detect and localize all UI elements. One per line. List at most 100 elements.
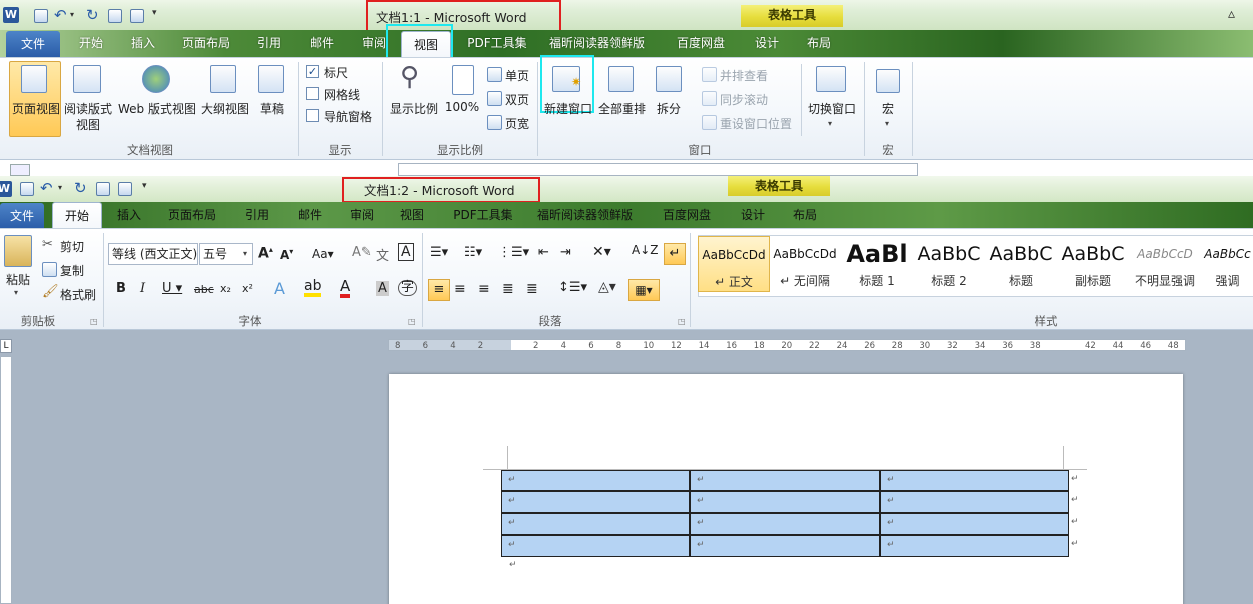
subscript-icon[interactable]: x₂ bbox=[220, 282, 231, 295]
tab-insert[interactable]: 插入 bbox=[122, 30, 164, 56]
horizontal-ruler-1[interactable] bbox=[398, 163, 918, 176]
table-cell[interactable]: ↵ bbox=[690, 470, 880, 491]
tab-page-layout[interactable]: 页面布局 bbox=[174, 30, 238, 56]
switch-window-dropdown-icon[interactable]: ▾ bbox=[828, 119, 832, 128]
print-preview-icon[interactable] bbox=[108, 9, 122, 23]
macros-dropdown-icon[interactable]: ▾ bbox=[885, 119, 889, 128]
style-title[interactable]: AaBbC 标题 bbox=[986, 236, 1056, 292]
web-layout-icon[interactable] bbox=[142, 65, 170, 93]
borders-button[interactable]: ▦▾ bbox=[628, 279, 660, 301]
show-marks-button[interactable]: ↵ bbox=[664, 243, 686, 265]
redo-icon[interactable]: ↻ bbox=[86, 6, 99, 24]
tab-references[interactable]: 引用 bbox=[248, 30, 290, 56]
tab-baidu[interactable]: 百度网盘 bbox=[668, 30, 734, 56]
distributed-icon[interactable]: ≣ bbox=[526, 281, 538, 297]
zoom-100-icon[interactable] bbox=[452, 65, 474, 95]
web-layout-label[interactable]: Web 版式视图 bbox=[116, 100, 198, 117]
superscript-icon[interactable]: x² bbox=[242, 282, 253, 295]
two-pages-icon[interactable] bbox=[487, 91, 502, 106]
font-launcher-icon[interactable]: ◳ bbox=[408, 317, 416, 326]
clear-format-icon[interactable]: A✎ bbox=[352, 245, 372, 260]
table-icon[interactable] bbox=[130, 9, 144, 23]
zoom-magnifier-icon[interactable]: ⚲ bbox=[400, 62, 419, 92]
reset-window-icon[interactable] bbox=[702, 115, 717, 130]
table-cell[interactable]: ↵ bbox=[880, 513, 1069, 535]
enclose-char-icon[interactable]: 字 bbox=[398, 280, 418, 296]
sync-scroll-icon[interactable] bbox=[702, 91, 717, 106]
shading-icon[interactable]: ◬▾ bbox=[598, 279, 616, 295]
page-width-label[interactable]: 页宽 bbox=[505, 115, 529, 132]
shrink-font-icon[interactable]: A▾ bbox=[280, 247, 293, 262]
tab-review[interactable]: 审阅 bbox=[342, 202, 382, 228]
redo-icon[interactable]: ↻ bbox=[74, 179, 87, 197]
vertical-ruler[interactable] bbox=[0, 356, 12, 604]
grow-font-icon[interactable]: A▴ bbox=[258, 245, 273, 262]
side-by-side-label[interactable]: 并排查看 bbox=[720, 67, 768, 84]
split-label[interactable]: 拆分 bbox=[652, 100, 686, 117]
reading-layout-label[interactable]: 阅读版式 bbox=[64, 100, 112, 117]
table-cell[interactable]: ↵ bbox=[880, 491, 1069, 513]
style-no-spacing[interactable]: AaBbCcDd ↵ 无间隔 bbox=[772, 236, 838, 292]
undo-dropdown-icon[interactable]: ▾ bbox=[70, 10, 74, 19]
reset-window-label[interactable]: 重设窗口位置 bbox=[720, 115, 792, 132]
tab-page-layout[interactable]: 页面布局 bbox=[160, 202, 224, 228]
macros-icon[interactable] bbox=[876, 69, 900, 93]
split-icon[interactable] bbox=[656, 66, 682, 92]
cut-label[interactable]: 剪切 bbox=[60, 238, 84, 255]
undo-icon[interactable]: ↶ bbox=[40, 179, 53, 197]
asian-layout-icon[interactable]: ✕▾ bbox=[592, 244, 611, 260]
one-page-label[interactable]: 单页 bbox=[505, 67, 529, 84]
multilevel-list-icon[interactable]: ⋮☰▾ bbox=[498, 245, 529, 260]
cut-icon[interactable]: ✂ bbox=[42, 237, 53, 252]
table-cell[interactable]: ↵ bbox=[880, 470, 1069, 491]
customize-qat-icon[interactable]: ▾ bbox=[152, 8, 157, 18]
undo-dropdown-icon[interactable]: ▾ bbox=[58, 183, 62, 192]
ruler-checkbox[interactable]: ✓ bbox=[306, 65, 319, 78]
sync-scroll-label[interactable]: 同步滚动 bbox=[720, 91, 768, 108]
style-emphasis[interactable]: AaBbCc 强调 bbox=[1202, 236, 1253, 292]
clipboard-launcher-icon[interactable]: ◳ bbox=[90, 317, 98, 326]
table-cell[interactable]: ↵ bbox=[501, 491, 690, 513]
tab-mailings[interactable]: 邮件 bbox=[288, 202, 332, 228]
tab-baidu[interactable]: 百度网盘 bbox=[654, 202, 720, 228]
format-painter-icon[interactable]: 🖌 bbox=[42, 284, 59, 299]
tab-pdf-tools[interactable]: PDF工具集 bbox=[460, 30, 534, 56]
switch-window-label[interactable]: 切换窗口 bbox=[804, 100, 860, 117]
horizontal-ruler[interactable]: 8 6 4 2 2 4 6 8 10 12 14 16 18 20 22 24 26 28 30 32 34 36 38 42… bbox=[388, 339, 1186, 351]
zoom-label[interactable]: 显示比例 bbox=[388, 100, 440, 117]
gridlines-checkbox[interactable] bbox=[306, 87, 319, 100]
font-color-icon[interactable]: A bbox=[340, 279, 351, 298]
tab-references[interactable]: 引用 bbox=[236, 202, 278, 228]
increase-indent-icon[interactable]: ⇥ bbox=[560, 245, 571, 260]
tab-layout[interactable]: 布局 bbox=[784, 202, 826, 228]
align-left-button[interactable]: ≡ bbox=[428, 279, 450, 301]
undo-icon[interactable]: ↶ bbox=[54, 6, 67, 24]
ruler-corner-1[interactable] bbox=[10, 164, 30, 176]
table-cell[interactable]: ↵ bbox=[690, 535, 880, 557]
char-shading-icon[interactable]: A bbox=[376, 281, 389, 296]
sort-icon[interactable]: A↓Z bbox=[632, 243, 658, 257]
outline-label[interactable]: 大纲视图 bbox=[199, 100, 251, 117]
font-size-dropdown-icon[interactable]: ▾ bbox=[243, 249, 247, 258]
draft-icon[interactable] bbox=[258, 65, 284, 93]
tab-foxit[interactable]: 福昕阅读器领鲜版 bbox=[542, 30, 652, 56]
page-width-icon[interactable] bbox=[487, 115, 502, 130]
align-center-icon[interactable]: ≡ bbox=[454, 281, 466, 297]
tab-foxit[interactable]: 福昕阅读器领鲜版 bbox=[530, 202, 640, 228]
side-by-side-icon[interactable] bbox=[702, 67, 717, 82]
style-heading-1[interactable]: AaBl 标题 1 bbox=[842, 236, 912, 292]
zoom-100-label[interactable]: 100% bbox=[442, 100, 482, 114]
table-cell[interactable]: ↵ bbox=[690, 491, 880, 513]
macros-label[interactable]: 宏 bbox=[876, 100, 900, 117]
tab-file[interactable]: 文件 bbox=[6, 31, 60, 57]
table-cell[interactable]: ↵ bbox=[880, 535, 1069, 557]
tab-pdf-tools[interactable]: PDF工具集 bbox=[446, 202, 520, 228]
bullets-icon[interactable]: ☰▾ bbox=[430, 245, 448, 260]
reading-layout-icon[interactable] bbox=[73, 65, 101, 93]
tab-design[interactable]: 设计 bbox=[732, 202, 774, 228]
bold-icon[interactable]: B bbox=[116, 281, 126, 296]
italic-icon[interactable]: I bbox=[140, 281, 145, 296]
style-subtle-emphasis[interactable]: AaBbCcD 不明显强调 bbox=[1130, 236, 1200, 292]
one-page-icon[interactable] bbox=[487, 67, 502, 82]
draft-label[interactable]: 草稿 bbox=[254, 100, 290, 117]
